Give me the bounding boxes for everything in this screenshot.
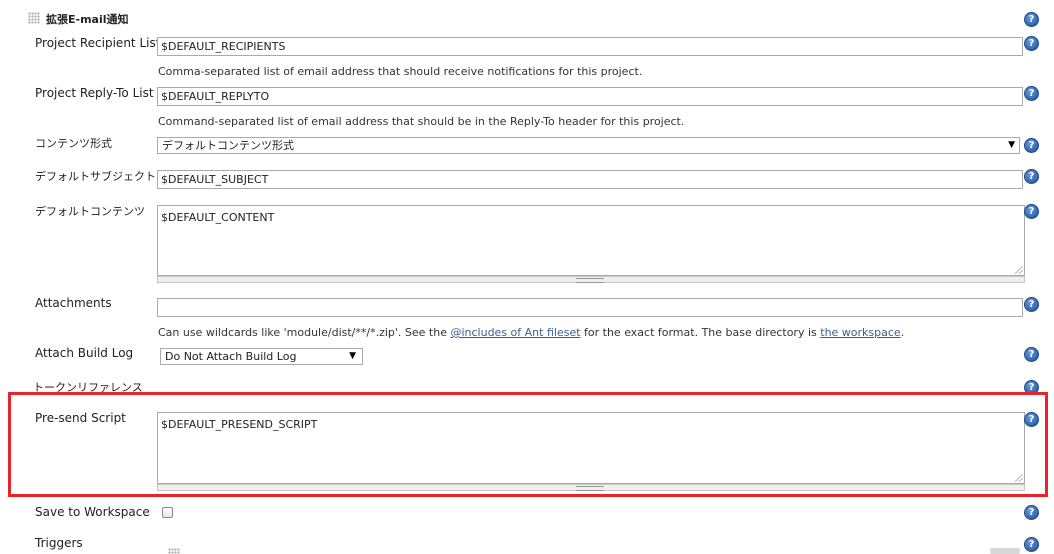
content-textarea[interactable]: $DEFAULT_CONTENT: [157, 205, 1025, 276]
triggers-label: Triggers: [35, 536, 83, 550]
section-drag-handle[interactable]: [28, 12, 40, 24]
help-icon[interactable]: ?: [1024, 537, 1039, 552]
reply-to-description: Command-separated list of email address …: [158, 115, 685, 128]
subject-input[interactable]: $DEFAULT_SUBJECT: [157, 170, 1023, 189]
reply-to-input[interactable]: $DEFAULT_REPLYTO: [157, 87, 1023, 106]
attachments-desc-text: for the exact format. The base directory…: [580, 326, 821, 339]
save-to-workspace-checkbox[interactable]: [162, 507, 173, 518]
help-icon[interactable]: ?: [1024, 204, 1039, 219]
content-resize-grip[interactable]: [157, 276, 1025, 283]
subject-label: デフォルトサブジェクト: [35, 170, 156, 183]
help-icon[interactable]: ?: [1024, 36, 1039, 51]
recipients-label: Project Recipient List: [35, 36, 161, 50]
presend-script-textarea[interactable]: $DEFAULT_PRESEND_SCRIPT: [157, 412, 1025, 484]
chevron-down-icon: ▼: [349, 351, 356, 361]
content-label: デフォルトコンテンツ: [35, 205, 145, 218]
content-value: $DEFAULT_CONTENT: [161, 211, 275, 224]
presend-script-resize-grip[interactable]: [157, 484, 1025, 491]
attachments-desc-text: Can use wildcards like 'module/dist/**/*…: [158, 326, 451, 339]
triggers-drag-handle[interactable]: [168, 548, 180, 554]
attachments-input[interactable]: [157, 298, 1023, 317]
chevron-down-icon: ▼: [1008, 140, 1015, 150]
attachments-label: Attachments: [35, 296, 112, 310]
presend-script-value: $DEFAULT_PRESEND_SCRIPT: [161, 418, 318, 431]
help-icon[interactable]: ?: [1024, 505, 1039, 520]
help-icon[interactable]: ?: [1024, 12, 1039, 27]
help-icon[interactable]: ?: [1024, 138, 1039, 153]
ant-fileset-link[interactable]: @includes of Ant fileset: [450, 326, 580, 339]
resize-handle[interactable]: [1015, 474, 1023, 482]
content-type-value: デフォルトコンテンツ形式: [162, 139, 294, 152]
help-icon[interactable]: ?: [1024, 86, 1039, 101]
save-to-workspace-label: Save to Workspace: [35, 505, 150, 519]
attachments-description: Can use wildcards like 'module/dist/**/*…: [158, 326, 904, 339]
presend-script-label: Pre-send Script: [35, 411, 126, 425]
recipients-description: Comma-separated list of email address th…: [158, 65, 643, 78]
content-type-label: コンテンツ形式: [35, 137, 112, 150]
attach-build-log-label: Attach Build Log: [35, 346, 134, 360]
attachments-desc-text: .: [900, 326, 905, 339]
help-icon[interactable]: ?: [1024, 412, 1039, 427]
trigger-button-edge[interactable]: [990, 548, 1020, 554]
help-icon[interactable]: ?: [1024, 297, 1039, 312]
reply-to-label: Project Reply-To List: [35, 86, 154, 100]
content-type-select[interactable]: デフォルトコンテンツ形式 ▼: [157, 137, 1020, 154]
attach-build-log-select[interactable]: Do Not Attach Build Log ▼: [160, 348, 363, 365]
recipients-input[interactable]: $DEFAULT_RECIPIENTS: [157, 37, 1023, 56]
resize-handle[interactable]: [1015, 266, 1023, 274]
attach-build-log-value: Do Not Attach Build Log: [165, 350, 297, 363]
section-title: 拡張E-mail通知: [46, 13, 129, 26]
help-icon[interactable]: ?: [1024, 169, 1039, 184]
help-icon[interactable]: ?: [1024, 347, 1039, 362]
workspace-link[interactable]: the workspace: [820, 326, 900, 339]
